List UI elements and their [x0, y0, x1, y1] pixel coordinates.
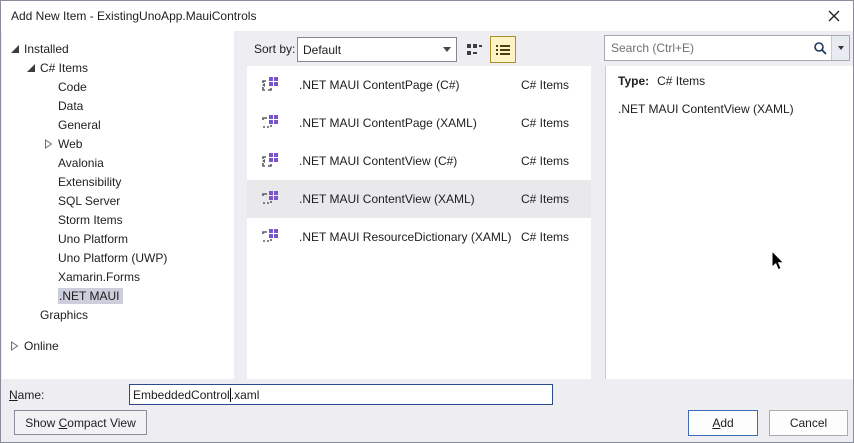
- add-new-item-dialog: Add New Item - ExistingUnoApp.MauiContro…: [0, 0, 854, 443]
- search-dropdown-button[interactable]: [832, 36, 849, 60]
- search-input[interactable]: Search (Ctrl+E): [605, 41, 809, 55]
- collapse-arrow-icon[interactable]: [10, 340, 24, 351]
- template-name: .NET MAUI ResourceDictionary (XAML): [299, 230, 512, 244]
- tree-item-web[interactable]: Web: [2, 134, 234, 153]
- tree-item-label: Graphics: [40, 307, 89, 322]
- tree-item-label: SQL Server: [58, 193, 121, 208]
- tree-item-label: Extensibility: [58, 174, 122, 189]
- window-title: Add New Item - ExistingUnoApp.MauiContro…: [11, 9, 257, 23]
- details-type-label: Type:: [618, 74, 650, 88]
- tree-item-graphics[interactable]: Graphics: [2, 305, 234, 324]
- details-panel: Type: C# Items .NET MAUI ContentView (XA…: [605, 66, 853, 379]
- name-label: Name:: [9, 388, 45, 402]
- expand-arrow-icon[interactable]: [26, 63, 40, 73]
- tree-item-label: Xamarin.Forms: [58, 269, 141, 284]
- close-button[interactable]: [825, 7, 843, 25]
- sort-by-label: Sort by:: [254, 42, 296, 56]
- maui-xaml-template-icon: [262, 229, 278, 242]
- template-row[interactable]: .NET MAUI ContentPage (XAML) C# Items: [247, 104, 591, 142]
- template-list: .NET MAUI ContentPage (C#) C# Items .NET…: [247, 66, 591, 379]
- tree-item-avalonia[interactable]: Avalonia: [2, 153, 234, 172]
- tree-item-label: Avalonia: [58, 155, 104, 170]
- list-view-icon: [496, 44, 510, 55]
- tree-item-general[interactable]: General: [2, 115, 234, 134]
- search-box[interactable]: Search (Ctrl+E): [604, 35, 850, 61]
- sort-by-value: Default: [303, 42, 342, 57]
- tree-item-label: Web: [58, 136, 83, 151]
- tree-item-label: Storm Items: [58, 212, 123, 227]
- expand-arrow-icon[interactable]: [10, 44, 24, 54]
- name-value-after-caret: .xaml: [230, 387, 260, 402]
- chevron-down-icon: [438, 47, 456, 52]
- tree-item-label: Data: [58, 98, 84, 113]
- tree-item-sql-server[interactable]: SQL Server: [2, 191, 234, 210]
- cancel-button[interactable]: Cancel: [769, 410, 848, 436]
- tree-item-storm-items[interactable]: Storm Items: [2, 210, 234, 229]
- collapse-arrow-icon[interactable]: [44, 138, 58, 149]
- tree-item-label: General: [58, 117, 101, 132]
- tree-item-label: Uno Platform: [58, 231, 129, 246]
- chevron-down-icon: [837, 46, 844, 50]
- template-type: C# Items: [521, 154, 570, 168]
- template-name: .NET MAUI ContentPage (XAML): [299, 116, 477, 130]
- sort-by-dropdown[interactable]: Default: [297, 37, 457, 62]
- tree-item-uno-platform[interactable]: Uno Platform: [2, 229, 234, 248]
- maui-xaml-template-icon: [262, 191, 278, 204]
- tree-item-online[interactable]: Online: [2, 336, 234, 355]
- tree-item-uno-platform-uwp[interactable]: Uno Platform (UWP): [2, 248, 234, 267]
- tree-item-data[interactable]: Data: [2, 96, 234, 115]
- tree-item-label: Code: [58, 79, 87, 94]
- template-name: .NET MAUI ContentView (C#): [299, 154, 458, 168]
- tree-item-xamarin-forms[interactable]: Xamarin.Forms: [2, 267, 234, 286]
- category-tree: Installed C# Items Code Data General Web…: [2, 31, 234, 379]
- small-icons-view-icon: [467, 43, 482, 55]
- titlebar: Add New Item - ExistingUnoApp.MauiContro…: [1, 1, 853, 31]
- tree-item-label: Online: [24, 338, 59, 353]
- template-row[interactable]: .NET MAUI ContentView (C#) C# Items: [247, 142, 591, 180]
- tree-item-installed[interactable]: Installed: [2, 39, 234, 58]
- maui-csharp-template-icon: [262, 153, 278, 167]
- template-type: C# Items: [521, 78, 570, 92]
- search-icon: [809, 41, 831, 55]
- list-view-button[interactable]: [490, 36, 516, 63]
- details-description: .NET MAUI ContentView (XAML): [618, 102, 794, 116]
- template-type: C# Items: [521, 116, 570, 130]
- name-input[interactable]: EmbeddedControl .xaml: [129, 384, 553, 405]
- template-name: .NET MAUI ContentView (XAML): [299, 192, 475, 206]
- tree-item-code[interactable]: Code: [2, 77, 234, 96]
- mouse-cursor: [771, 251, 785, 271]
- show-compact-view-button[interactable]: Show Compact View: [14, 410, 147, 435]
- close-icon: [828, 10, 840, 22]
- template-type: C# Items: [521, 230, 570, 244]
- tree-item-label: Installed: [24, 41, 69, 56]
- tree-item-label: C# Items: [40, 60, 89, 75]
- tree-item-csharp-items[interactable]: C# Items: [2, 58, 234, 77]
- tree-item-dotnet-maui[interactable]: .NET MAUI: [2, 286, 234, 305]
- template-name: .NET MAUI ContentPage (C#): [299, 78, 460, 92]
- footer: Name: EmbeddedControl .xaml Show Compact …: [1, 379, 853, 442]
- tree-item-extensibility[interactable]: Extensibility: [2, 172, 234, 191]
- add-button[interactable]: Add: [688, 410, 758, 436]
- small-icons-view-button[interactable]: [461, 36, 487, 63]
- tree-item-label: Uno Platform (UWP): [58, 250, 168, 265]
- template-type: C# Items: [521, 192, 570, 206]
- maui-csharp-template-icon: [262, 77, 278, 91]
- maui-xaml-template-icon: [262, 115, 278, 128]
- details-type-value: C# Items: [657, 74, 706, 88]
- name-value-before-caret: EmbeddedControl: [133, 387, 230, 402]
- template-row[interactable]: .NET MAUI ResourceDictionary (XAML) C# I…: [247, 218, 591, 256]
- template-row[interactable]: .NET MAUI ContentPage (C#) C# Items: [247, 66, 591, 104]
- template-row-selected[interactable]: .NET MAUI ContentView (XAML) C# Items: [247, 180, 591, 218]
- tree-item-label-selected: .NET MAUI: [58, 287, 124, 304]
